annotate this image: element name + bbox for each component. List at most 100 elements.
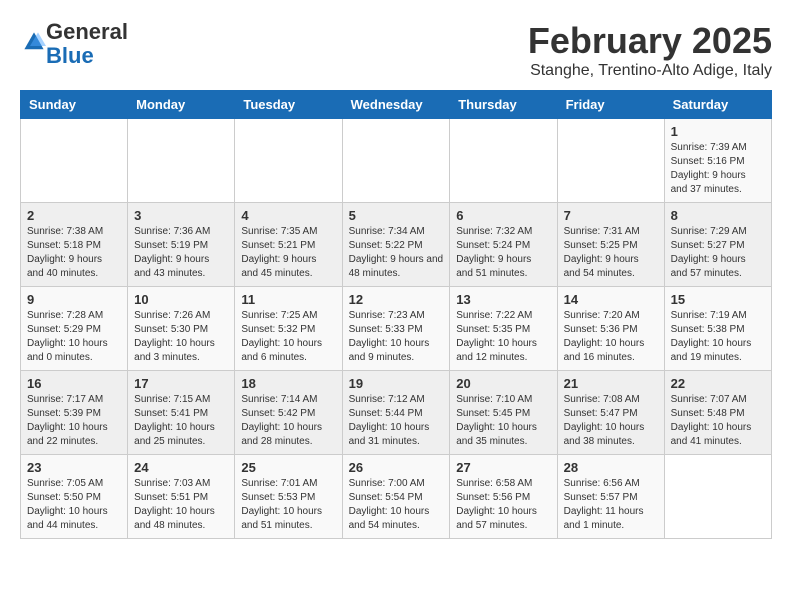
calendar-table: SundayMondayTuesdayWednesdayThursdayFrid… bbox=[20, 90, 772, 539]
calendar-cell: 7 Sunrise: 7:31 AM Sunset: 5:25 PM Daylig… bbox=[557, 203, 664, 287]
day-number: 11 bbox=[241, 292, 335, 307]
day-number: 14 bbox=[564, 292, 658, 307]
day-number: 18 bbox=[241, 376, 335, 391]
calendar-cell: 12Sunrise: 7:23 AM Sunset: 5:33 PM Dayli… bbox=[342, 287, 450, 371]
day-info: Sunrise: 7:28 AM Sunset: 5:29 PM Dayligh… bbox=[27, 309, 121, 365]
day-info: Sunrise: 7:34 AM Sunset: 5:22 PM Dayligh… bbox=[349, 225, 444, 281]
calendar-cell: 24 Sunrise: 7:03 AM Sunset: 5:51 PM Dayli… bbox=[128, 455, 235, 539]
weekday-header-thursday: Thursday bbox=[450, 91, 557, 119]
logo-general: General bbox=[46, 19, 128, 44]
day-info: Sunrise: 7:29 AM Sunset: 5:27 PM Dayligh… bbox=[671, 225, 765, 281]
day-info: Sunrise: 7:07 AM Sunset: 5:48 PM Dayligh… bbox=[671, 393, 765, 449]
day-number: 16 bbox=[27, 376, 121, 391]
weekday-header-friday: Friday bbox=[557, 91, 664, 119]
logo: General Blue bbox=[20, 20, 128, 68]
day-number: 23 bbox=[27, 460, 121, 475]
calendar-cell: 13 Sunrise: 7:22 AM Sunset: 5:35 PM Dayli… bbox=[450, 287, 557, 371]
day-number: 2 bbox=[27, 208, 121, 223]
day-number: 15 bbox=[671, 292, 765, 307]
logo-icon bbox=[22, 30, 46, 54]
calendar-cell: 26Sunrise: 7:00 AM Sunset: 5:54 PM Dayli… bbox=[342, 455, 450, 539]
day-info: Sunrise: 7:36 AM Sunset: 5:19 PM Dayligh… bbox=[134, 225, 228, 281]
calendar-cell: 28Sunrise: 6:56 AM Sunset: 5:57 PM Dayli… bbox=[557, 455, 664, 539]
calendar-week-1: 1 Sunrise: 7:39 AM Sunset: 5:16 PM Daylig… bbox=[21, 119, 772, 203]
weekday-header-wednesday: Wednesday bbox=[342, 91, 450, 119]
calendar-cell bbox=[664, 455, 771, 539]
calendar-cell: 27Sunrise: 6:58 AM Sunset: 5:56 PM Dayli… bbox=[450, 455, 557, 539]
day-number: 22 bbox=[671, 376, 765, 391]
day-info: Sunrise: 7:12 AM Sunset: 5:44 PM Dayligh… bbox=[349, 393, 444, 449]
day-number: 13 bbox=[456, 292, 550, 307]
calendar-cell: 22 Sunrise: 7:07 AM Sunset: 5:48 PM Dayli… bbox=[664, 371, 771, 455]
calendar-cell: 23 Sunrise: 7:05 AM Sunset: 5:50 PM Dayli… bbox=[21, 455, 128, 539]
day-info: Sunrise: 6:58 AM Sunset: 5:56 PM Dayligh… bbox=[456, 477, 550, 533]
day-info: Sunrise: 7:32 AM Sunset: 5:24 PM Dayligh… bbox=[456, 225, 550, 281]
calendar-cell: 17 Sunrise: 7:15 AM Sunset: 5:41 PM Dayli… bbox=[128, 371, 235, 455]
calendar-cell: 9 Sunrise: 7:28 AM Sunset: 5:29 PM Daylig… bbox=[21, 287, 128, 371]
title-block: February 2025 Stanghe, Trentino-Alto Adi… bbox=[528, 20, 772, 80]
day-info: Sunrise: 7:08 AM Sunset: 5:47 PM Dayligh… bbox=[564, 393, 658, 449]
day-info: Sunrise: 7:10 AM Sunset: 5:45 PM Dayligh… bbox=[456, 393, 550, 449]
calendar-cell: 6 Sunrise: 7:32 AM Sunset: 5:24 PM Daylig… bbox=[450, 203, 557, 287]
day-number: 10 bbox=[134, 292, 228, 307]
calendar-cell: 2 Sunrise: 7:38 AM Sunset: 5:18 PM Daylig… bbox=[21, 203, 128, 287]
calendar-cell bbox=[557, 119, 664, 203]
day-info: Sunrise: 7:31 AM Sunset: 5:25 PM Dayligh… bbox=[564, 225, 658, 281]
calendar-week-4: 16 Sunrise: 7:17 AM Sunset: 5:39 PM Dayli… bbox=[21, 371, 772, 455]
day-info: Sunrise: 7:39 AM Sunset: 5:16 PM Dayligh… bbox=[671, 141, 765, 197]
day-info: Sunrise: 7:14 AM Sunset: 5:42 PM Dayligh… bbox=[241, 393, 335, 449]
day-info: Sunrise: 7:05 AM Sunset: 5:50 PM Dayligh… bbox=[27, 477, 121, 533]
calendar-cell: 16 Sunrise: 7:17 AM Sunset: 5:39 PM Dayli… bbox=[21, 371, 128, 455]
day-info: Sunrise: 7:38 AM Sunset: 5:18 PM Dayligh… bbox=[27, 225, 121, 281]
day-info: Sunrise: 7:15 AM Sunset: 5:41 PM Dayligh… bbox=[134, 393, 228, 449]
calendar-cell: 4 Sunrise: 7:35 AM Sunset: 5:21 PM Daylig… bbox=[235, 203, 342, 287]
logo-text: General Blue bbox=[46, 20, 128, 68]
day-number: 19 bbox=[349, 376, 444, 391]
calendar-week-5: 23 Sunrise: 7:05 AM Sunset: 5:50 PM Dayli… bbox=[21, 455, 772, 539]
calendar-cell: 25Sunrise: 7:01 AM Sunset: 5:53 PM Dayli… bbox=[235, 455, 342, 539]
calendar-cell: 20 Sunrise: 7:10 AM Sunset: 5:45 PM Dayli… bbox=[450, 371, 557, 455]
day-number: 3 bbox=[134, 208, 228, 223]
calendar-cell: 18 Sunrise: 7:14 AM Sunset: 5:42 PM Dayli… bbox=[235, 371, 342, 455]
calendar-cell: 10 Sunrise: 7:26 AM Sunset: 5:30 PM Dayli… bbox=[128, 287, 235, 371]
day-number: 12 bbox=[349, 292, 444, 307]
day-info: Sunrise: 7:03 AM Sunset: 5:51 PM Dayligh… bbox=[134, 477, 228, 533]
weekday-header-saturday: Saturday bbox=[664, 91, 771, 119]
day-info: Sunrise: 7:26 AM Sunset: 5:30 PM Dayligh… bbox=[134, 309, 228, 365]
day-number: 4 bbox=[241, 208, 335, 223]
day-number: 9 bbox=[27, 292, 121, 307]
calendar-cell bbox=[342, 119, 450, 203]
weekday-header-monday: Monday bbox=[128, 91, 235, 119]
day-number: 8 bbox=[671, 208, 765, 223]
logo-blue: Blue bbox=[46, 43, 94, 68]
day-info: Sunrise: 7:22 AM Sunset: 5:35 PM Dayligh… bbox=[456, 309, 550, 365]
day-number: 1 bbox=[671, 124, 765, 139]
location-subtitle: Stanghe, Trentino-Alto Adige, Italy bbox=[528, 62, 772, 80]
calendar-cell: 5 Sunrise: 7:34 AM Sunset: 5:22 PM Daylig… bbox=[342, 203, 450, 287]
page-header: General Blue February 2025 Stanghe, Tren… bbox=[20, 20, 772, 80]
day-number: 28 bbox=[564, 460, 658, 475]
day-number: 6 bbox=[456, 208, 550, 223]
weekday-header-tuesday: Tuesday bbox=[235, 91, 342, 119]
calendar-cell: 19 Sunrise: 7:12 AM Sunset: 5:44 PM Dayli… bbox=[342, 371, 450, 455]
month-title: February 2025 bbox=[528, 20, 772, 62]
day-number: 24 bbox=[134, 460, 228, 475]
weekday-header-row: SundayMondayTuesdayWednesdayThursdayFrid… bbox=[21, 91, 772, 119]
calendar-cell: 21 Sunrise: 7:08 AM Sunset: 5:47 PM Dayli… bbox=[557, 371, 664, 455]
day-number: 5 bbox=[349, 208, 444, 223]
day-info: Sunrise: 7:25 AM Sunset: 5:32 PM Dayligh… bbox=[241, 309, 335, 365]
day-number: 26 bbox=[349, 460, 444, 475]
day-info: Sunrise: 7:17 AM Sunset: 5:39 PM Dayligh… bbox=[27, 393, 121, 449]
calendar-cell bbox=[450, 119, 557, 203]
calendar-cell bbox=[128, 119, 235, 203]
calendar-cell bbox=[21, 119, 128, 203]
day-number: 7 bbox=[564, 208, 658, 223]
day-number: 20 bbox=[456, 376, 550, 391]
day-number: 17 bbox=[134, 376, 228, 391]
calendar-cell: 15 Sunrise: 7:19 AM Sunset: 5:38 PM Dayli… bbox=[664, 287, 771, 371]
day-info: Sunrise: 7:20 AM Sunset: 5:36 PM Dayligh… bbox=[564, 309, 658, 365]
day-info: Sunrise: 7:35 AM Sunset: 5:21 PM Dayligh… bbox=[241, 225, 335, 281]
day-info: Sunrise: 7:19 AM Sunset: 5:38 PM Dayligh… bbox=[671, 309, 765, 365]
calendar-cell: 14 Sunrise: 7:20 AM Sunset: 5:36 PM Dayli… bbox=[557, 287, 664, 371]
day-number: 21 bbox=[564, 376, 658, 391]
